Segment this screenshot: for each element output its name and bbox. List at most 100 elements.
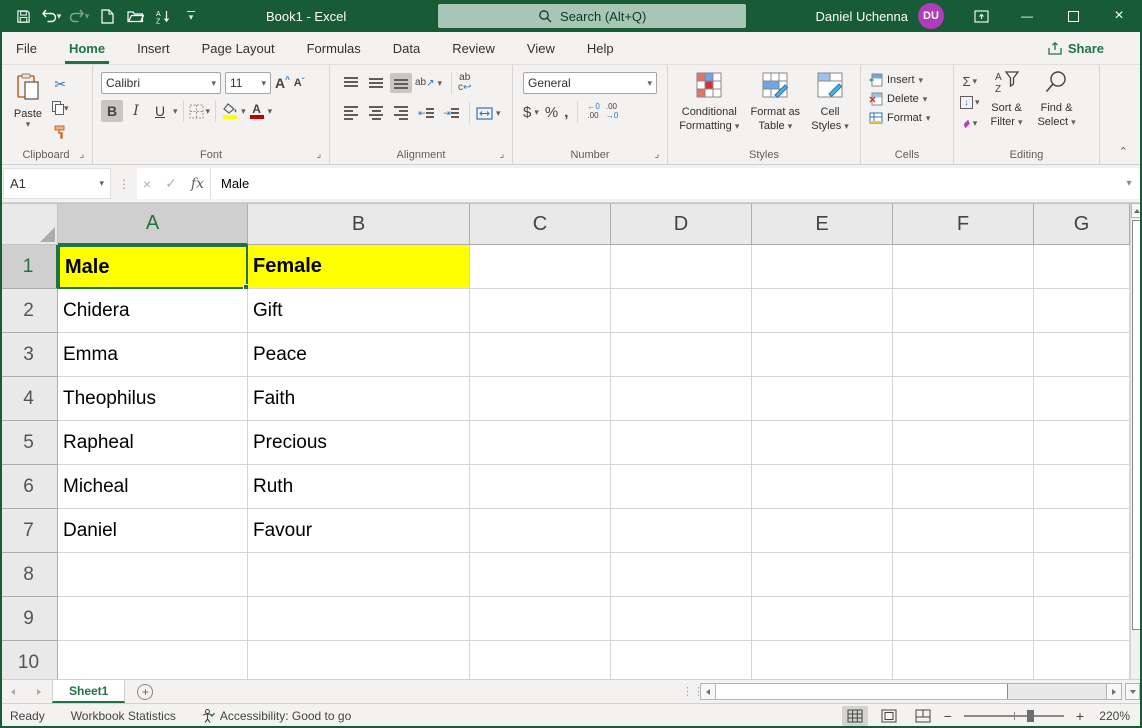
- minimize-button[interactable]: —: [1004, 0, 1050, 32]
- page-layout-view-button[interactable]: [876, 706, 902, 726]
- page-break-view-button[interactable]: [910, 706, 936, 726]
- cell-E10[interactable]: [752, 641, 893, 679]
- cell-D7[interactable]: [611, 509, 752, 553]
- cell-F6[interactable]: [893, 465, 1034, 509]
- user-name[interactable]: Daniel Uchenna: [815, 9, 908, 24]
- format-as-table-button[interactable]: Format as Table ▾: [751, 72, 801, 133]
- cell-A1[interactable]: Male: [58, 245, 248, 289]
- cell-D8[interactable]: [611, 553, 752, 597]
- cell-D10[interactable]: [611, 641, 752, 679]
- cell-F1[interactable]: [893, 245, 1034, 289]
- zoom-level[interactable]: 220%: [1092, 709, 1130, 723]
- cell-D4[interactable]: [611, 377, 752, 421]
- horizontal-scrollbar[interactable]: [700, 683, 1122, 700]
- cell-B2[interactable]: Gift: [248, 289, 470, 333]
- cell-G1[interactable]: [1034, 245, 1130, 289]
- decrease-font-size-button[interactable]: Aˇ: [294, 77, 305, 89]
- close-button[interactable]: ×: [1096, 0, 1142, 32]
- row-header-2[interactable]: 2: [0, 289, 58, 333]
- normal-view-button[interactable]: [842, 706, 868, 726]
- column-header-d[interactable]: D: [611, 203, 752, 245]
- accounting-format-button[interactable]: $: [523, 104, 531, 121]
- cell-A8[interactable]: [58, 553, 248, 597]
- cell-G7[interactable]: [1034, 509, 1130, 553]
- row-header-7[interactable]: 7: [0, 509, 58, 553]
- tab-file[interactable]: File: [0, 32, 53, 64]
- underline-dropdown-icon[interactable]: ▾: [173, 107, 178, 116]
- cell-B6[interactable]: Ruth: [248, 465, 470, 509]
- cell-E1[interactable]: [752, 245, 893, 289]
- format-painter-button[interactable]: [52, 122, 69, 142]
- alignment-dialog-launcher[interactable]: [496, 149, 508, 161]
- cell-F2[interactable]: [893, 289, 1034, 333]
- customize-qat-icon[interactable]: ▾: [178, 3, 204, 29]
- increase-indent-button[interactable]: ⇥: [440, 103, 462, 123]
- cell-C6[interactable]: [470, 465, 611, 509]
- insert-function-icon[interactable]: fx: [191, 176, 204, 192]
- percent-style-button[interactable]: %: [545, 104, 558, 121]
- save-icon[interactable]: [10, 3, 36, 29]
- accessibility-status[interactable]: Accessibility: Good to go: [202, 709, 351, 723]
- formula-bar-splitter[interactable]: ⋮: [111, 165, 137, 202]
- column-header-g[interactable]: G: [1034, 203, 1130, 245]
- cell-G6[interactable]: [1034, 465, 1130, 509]
- middle-align-button[interactable]: [365, 73, 387, 93]
- increase-font-size-button[interactable]: A^: [275, 75, 290, 91]
- row-header-1[interactable]: 1: [0, 245, 58, 289]
- cell-C2[interactable]: [470, 289, 611, 333]
- expand-formula-bar-icon[interactable]: ▾: [1118, 168, 1140, 199]
- row-header-9[interactable]: 9: [0, 597, 58, 641]
- align-right-button[interactable]: [390, 103, 412, 123]
- cell-A4[interactable]: Theophilus: [58, 377, 248, 421]
- cell-D9[interactable]: [611, 597, 752, 641]
- cell-A9[interactable]: [58, 597, 248, 641]
- share-button[interactable]: Share: [1038, 37, 1114, 60]
- zoom-in-button[interactable]: +: [1076, 708, 1084, 724]
- cell-F5[interactable]: [893, 421, 1034, 465]
- cell-G10[interactable]: [1034, 641, 1130, 679]
- fill-color-dropdown-icon[interactable]: ▾: [241, 107, 246, 116]
- cell-styles-button[interactable]: Cell Styles ▾: [811, 72, 849, 133]
- row-header-6[interactable]: 6: [0, 465, 58, 509]
- cell-F7[interactable]: [893, 509, 1034, 553]
- cut-button[interactable]: ✂: [52, 74, 69, 94]
- cell-A2[interactable]: Chidera: [58, 289, 248, 333]
- cell-G4[interactable]: [1034, 377, 1130, 421]
- tab-data[interactable]: Data: [377, 32, 436, 64]
- underline-button[interactable]: U: [149, 100, 171, 122]
- cell-G2[interactable]: [1034, 289, 1130, 333]
- tab-home[interactable]: Home: [53, 32, 121, 64]
- cell-G5[interactable]: [1034, 421, 1130, 465]
- search-input[interactable]: Search (Alt+Q): [438, 4, 746, 28]
- clipboard-dialog-launcher[interactable]: [76, 149, 88, 161]
- cell-A3[interactable]: Emma: [58, 333, 248, 377]
- cell-E4[interactable]: [752, 377, 893, 421]
- decrease-decimal-button[interactable]: .00→0: [606, 103, 618, 121]
- cell-E2[interactable]: [752, 289, 893, 333]
- delete-cells-button[interactable]: Delete▾: [869, 92, 953, 106]
- undo-button[interactable]: ▾: [38, 3, 64, 29]
- cell-B1[interactable]: Female: [248, 245, 470, 289]
- sort-filter-button[interactable]: AZ Sort & Filter ▾: [984, 70, 1030, 132]
- tab-formulas[interactable]: Formulas: [291, 32, 377, 64]
- cell-B10[interactable]: [248, 641, 470, 679]
- copy-button[interactable]: ▾: [52, 98, 69, 118]
- collapse-ribbon-icon[interactable]: ⌃: [1119, 145, 1128, 158]
- cell-B5[interactable]: Precious: [248, 421, 470, 465]
- cell-F3[interactable]: [893, 333, 1034, 377]
- fill-button[interactable]: ↓▾: [960, 93, 980, 111]
- cell-F4[interactable]: [893, 377, 1034, 421]
- conditional-formatting-button[interactable]: Conditional Formatting ▾: [679, 72, 739, 133]
- decrease-indent-button[interactable]: ⇤: [415, 103, 437, 123]
- cell-D5[interactable]: [611, 421, 752, 465]
- paste-dropdown-icon[interactable]: ▾: [26, 120, 31, 129]
- cell-A7[interactable]: Daniel: [58, 509, 248, 553]
- select-all-corner[interactable]: [0, 203, 58, 245]
- cell-C10[interactable]: [470, 641, 611, 679]
- find-select-button[interactable]: Find & Select ▾: [1034, 70, 1080, 132]
- italic-button[interactable]: I: [125, 100, 147, 122]
- clear-button[interactable]: ▰▾: [960, 114, 980, 132]
- cell-E6[interactable]: [752, 465, 893, 509]
- bottom-align-button[interactable]: [390, 73, 412, 93]
- cell-D1[interactable]: [611, 245, 752, 289]
